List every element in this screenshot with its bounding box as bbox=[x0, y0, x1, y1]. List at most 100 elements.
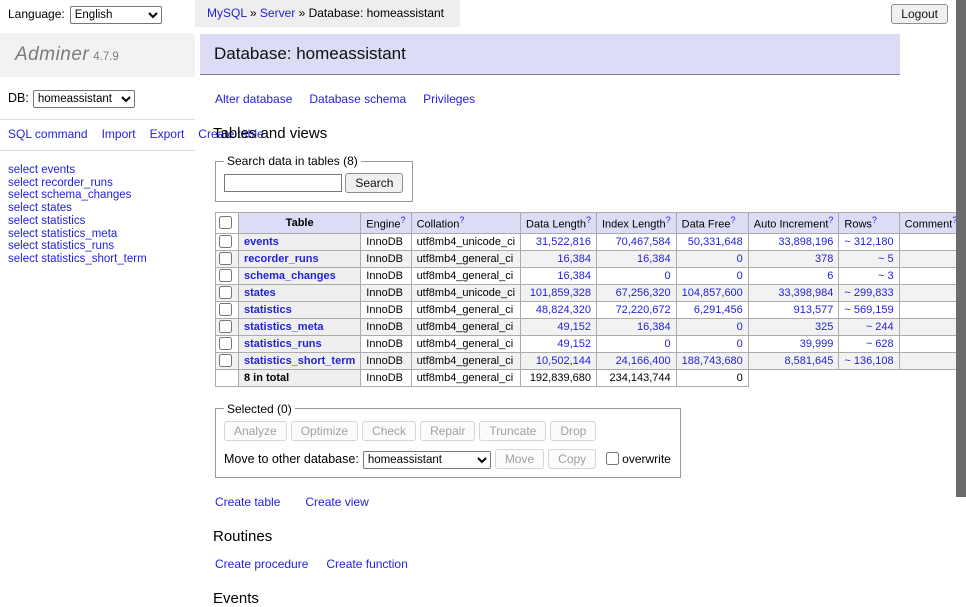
sidebar-select-table-link[interactable]: select states bbox=[8, 202, 195, 215]
adminer-brand: Adminer4.7.9 bbox=[0, 33, 195, 77]
cell-auto_increment: 378 bbox=[748, 250, 839, 267]
column-help-link[interactable]: ? bbox=[586, 215, 591, 225]
row-checkbox[interactable] bbox=[219, 286, 232, 299]
row-checkbox[interactable] bbox=[219, 320, 232, 333]
selected-action-button[interactable]: Optimize bbox=[291, 421, 358, 441]
cell-data_length: 49,152 bbox=[521, 318, 597, 335]
routine-link[interactable]: Create procedure bbox=[215, 557, 308, 571]
overwrite-checkbox[interactable] bbox=[606, 452, 619, 465]
move-db-select[interactable]: homeassistant bbox=[363, 451, 491, 469]
column-header-index-length: Index Length? bbox=[596, 213, 676, 234]
table-name-link[interactable]: statistics_runs bbox=[244, 338, 322, 350]
column-help-link[interactable]: ? bbox=[666, 215, 671, 225]
sidebar-select-table-link[interactable]: select events bbox=[8, 164, 195, 177]
search-input[interactable] bbox=[224, 174, 342, 192]
selected-action-button[interactable]: Check bbox=[362, 421, 416, 441]
cell-comment bbox=[899, 318, 963, 335]
cell-data_length: 16,384 bbox=[521, 250, 597, 267]
row-checkbox-cell bbox=[216, 284, 239, 301]
row-checkbox[interactable] bbox=[219, 252, 232, 265]
cell-data_length: 49,152 bbox=[521, 335, 597, 352]
cell-data_free: 50,331,648 bbox=[676, 233, 748, 250]
row-checkbox[interactable] bbox=[219, 354, 232, 367]
database-action-link[interactable]: Privileges bbox=[423, 92, 475, 106]
column-help-link[interactable]: ? bbox=[828, 215, 833, 225]
cell-auto_increment: 39,999 bbox=[748, 335, 839, 352]
database-action-link[interactable]: Database schema bbox=[309, 92, 406, 106]
move-row: Move to other database:homeassistantMove… bbox=[224, 449, 671, 469]
cell-table-name: statistics_runs bbox=[239, 335, 361, 352]
breadcrumb-link[interactable]: Server bbox=[260, 6, 295, 20]
row-checkbox[interactable] bbox=[219, 235, 232, 248]
cell-data_free: 0 bbox=[676, 250, 748, 267]
column-help-link[interactable]: ? bbox=[459, 215, 464, 225]
table-name-link[interactable]: recorder_runs bbox=[244, 253, 319, 265]
sidebar-select-table-link[interactable]: select recorder_runs bbox=[8, 177, 195, 190]
cell-rows: ~ 299,833 bbox=[839, 284, 899, 301]
sidebar-action-link[interactable]: Export bbox=[150, 127, 185, 141]
cell-data_length: 16,384 bbox=[521, 267, 597, 284]
select-all-checkbox[interactable] bbox=[219, 216, 232, 229]
move-action-button[interactable]: Move bbox=[495, 449, 544, 469]
table-name-link[interactable]: events bbox=[244, 236, 279, 248]
row-checkbox-cell bbox=[216, 233, 239, 250]
cell-index_length: 72,220,672 bbox=[596, 301, 676, 318]
cell-rows: ~ 5 bbox=[839, 250, 899, 267]
selected-action-button[interactable]: Repair bbox=[420, 421, 475, 441]
create-link[interactable]: Create view bbox=[305, 495, 368, 509]
breadcrumb-link[interactable]: MySQL bbox=[207, 6, 247, 20]
sidebar-action-link[interactable]: SQL command bbox=[8, 127, 88, 141]
cell-index_length: 16,384 bbox=[596, 318, 676, 335]
table-name-link[interactable]: states bbox=[244, 287, 276, 299]
row-checkbox-cell bbox=[216, 267, 239, 284]
move-action-button[interactable]: Copy bbox=[548, 449, 596, 469]
table-name-link[interactable]: statistics bbox=[244, 304, 292, 316]
cell-engine: InnoDB bbox=[361, 250, 411, 267]
events-heading: Events bbox=[213, 590, 966, 607]
move-buttons: MoveCopy bbox=[495, 452, 600, 466]
cell-index_length: 0 bbox=[596, 335, 676, 352]
routine-link[interactable]: Create function bbox=[326, 557, 407, 571]
sidebar-select-table-link[interactable]: select schema_changes bbox=[8, 189, 195, 202]
column-help-link[interactable]: ? bbox=[401, 215, 406, 225]
cell-collation: utf8mb4_general_ci bbox=[411, 301, 520, 318]
selected-action-button[interactable]: Drop bbox=[550, 421, 596, 441]
cell-engine: InnoDB bbox=[361, 233, 411, 250]
table-name-link[interactable]: schema_changes bbox=[244, 270, 336, 282]
table-row: schema_changesInnoDButf8mb4_general_ci16… bbox=[216, 267, 963, 284]
sidebar-select-table-link[interactable]: select statistics_runs bbox=[8, 240, 195, 253]
cell-table-name: schema_changes bbox=[239, 267, 361, 284]
db-select[interactable]: homeassistant bbox=[33, 90, 135, 108]
cell-index_length: 70,467,584 bbox=[596, 233, 676, 250]
cell-engine: InnoDB bbox=[361, 284, 411, 301]
routine-links: Create procedure Create function bbox=[215, 557, 966, 571]
row-checkbox[interactable] bbox=[219, 303, 232, 316]
column-help-link[interactable]: ? bbox=[731, 215, 736, 225]
selected-action-button[interactable]: Truncate bbox=[479, 421, 546, 441]
selected-action-button[interactable]: Analyze bbox=[224, 421, 287, 441]
sidebar-select-table-link[interactable]: select statistics bbox=[8, 215, 195, 228]
cell-data_free: 0 bbox=[676, 335, 748, 352]
cell-data_free: 0 bbox=[676, 318, 748, 335]
sidebar: Language:English Adminer4.7.9 DB:homeass… bbox=[0, 0, 195, 543]
column-help-link[interactable]: ? bbox=[872, 215, 877, 225]
total-collation: utf8mb4_general_ci bbox=[411, 369, 520, 386]
sidebar-action-link[interactable]: Import bbox=[102, 127, 136, 141]
search-button[interactable]: Search bbox=[345, 173, 403, 193]
cell-engine: InnoDB bbox=[361, 335, 411, 352]
sidebar-select-table-link[interactable]: select statistics_meta bbox=[8, 228, 195, 241]
logout-button[interactable]: Logout bbox=[891, 4, 948, 24]
row-checkbox[interactable] bbox=[219, 269, 232, 282]
scrollbar-track[interactable] bbox=[956, 0, 966, 543]
table-name-link[interactable]: statistics_meta bbox=[244, 321, 324, 333]
create-link[interactable]: Create table bbox=[215, 495, 280, 509]
language-select[interactable]: English bbox=[70, 6, 162, 24]
sidebar-select-table-link[interactable]: select statistics_short_term bbox=[8, 253, 195, 266]
database-action-link[interactable]: Alter database bbox=[215, 92, 292, 106]
row-checkbox[interactable] bbox=[219, 337, 232, 350]
cell-table-name: statistics_meta bbox=[239, 318, 361, 335]
scrollbar-thumb[interactable] bbox=[956, 0, 966, 497]
table-name-link[interactable]: statistics_short_term bbox=[244, 355, 355, 367]
cell-collation: utf8mb4_general_ci bbox=[411, 352, 520, 369]
cell-rows: ~ 628 bbox=[839, 335, 899, 352]
